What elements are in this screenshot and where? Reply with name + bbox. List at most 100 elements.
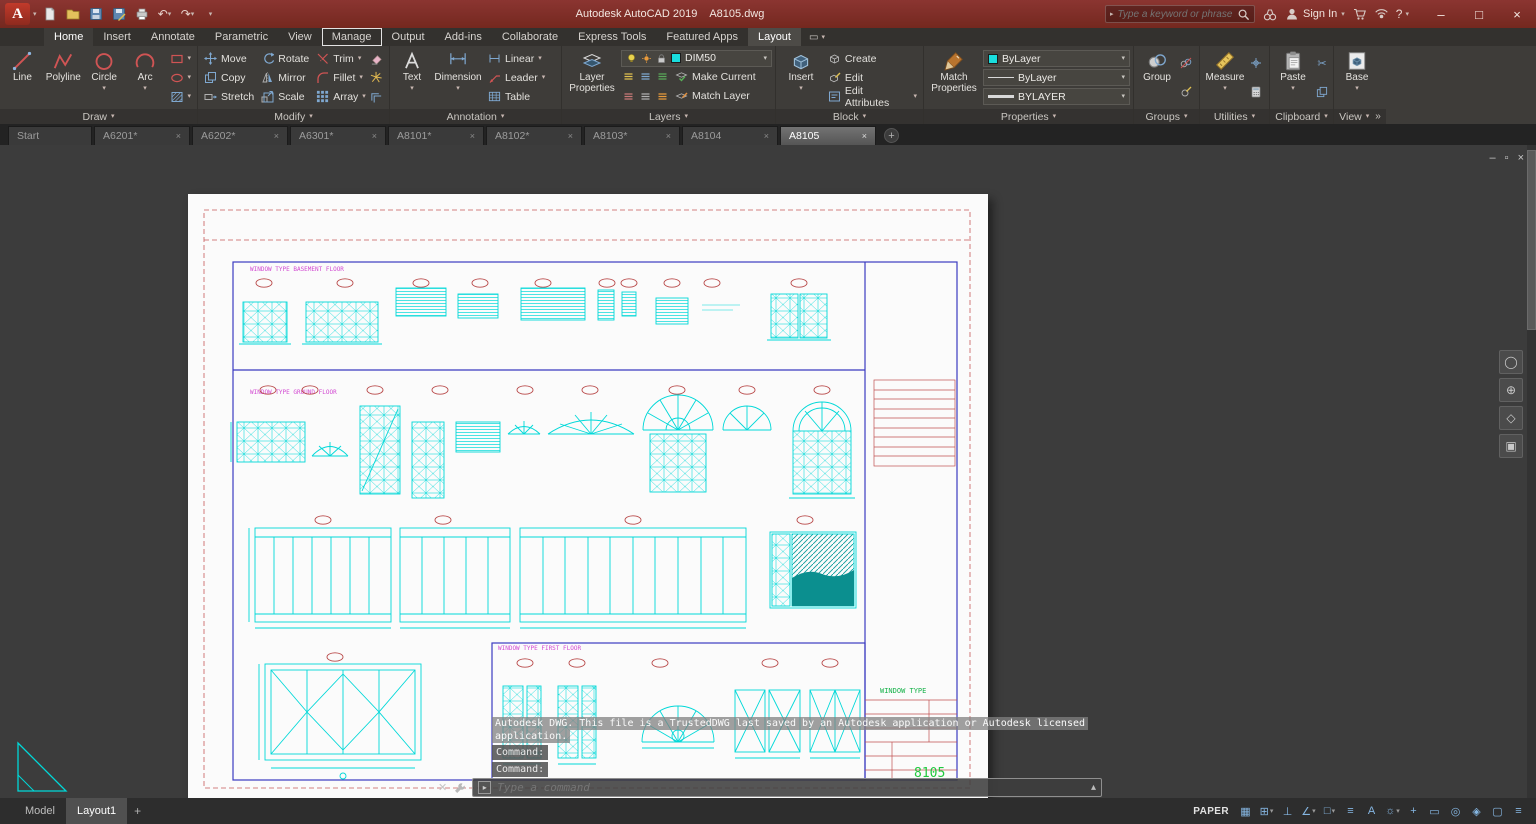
lineweight-combo[interactable]: BYLAYER ▾ <box>983 88 1130 105</box>
command-input-box[interactable]: ▸ ▴ <box>472 778 1102 797</box>
tab-parametric[interactable]: Parametric <box>205 28 278 46</box>
panel-label-draw[interactable]: Draw▾ <box>0 109 197 124</box>
panel-label-properties[interactable]: Properties▾ <box>924 109 1133 124</box>
new-layout-button[interactable]: + <box>127 798 148 824</box>
layer-combo[interactable]: DIM50 ▾ <box>621 50 772 67</box>
steering-wheel-button[interactable]: ◯ <box>1499 350 1523 374</box>
close-tab-icon[interactable]: × <box>764 131 769 141</box>
close-tab-icon[interactable]: × <box>862 131 867 141</box>
graphics-performance-toggle[interactable]: ◈ <box>1467 801 1486 821</box>
file-tab[interactable]: A6201*× <box>94 126 190 145</box>
close-tab-icon[interactable]: × <box>372 131 377 141</box>
snap-toggle[interactable]: ⊞▾ <box>1257 801 1276 821</box>
layer-off-button[interactable] <box>621 70 635 84</box>
tab-collaborate[interactable]: Collaborate <box>492 28 568 46</box>
panel-overflow-icon[interactable]: » <box>1375 111 1381 122</box>
annotation-monitor-toggle[interactable]: + <box>1404 801 1423 821</box>
search-input[interactable] <box>1118 9 1233 20</box>
copy-button[interactable]: Copy <box>201 69 257 87</box>
doc-close-button[interactable]: × <box>1518 152 1524 164</box>
trim-button[interactable]: Trim▾ <box>313 50 369 68</box>
tab-insert[interactable]: Insert <box>93 28 141 46</box>
pan-button[interactable]: ⊕ <box>1499 378 1523 402</box>
object-color-combo[interactable]: ByLayer ▾ <box>983 50 1130 67</box>
app-store-cart-icon[interactable] <box>1352 7 1367 21</box>
quick-calculator-button[interactable] <box>1249 85 1263 99</box>
plot-button[interactable] <box>132 4 152 24</box>
clean-screen-button[interactable]: ▢ <box>1488 801 1507 821</box>
vertical-scrollbar[interactable] <box>1527 145 1536 798</box>
ortho-toggle[interactable]: ⊥ <box>1278 801 1297 821</box>
copy-clip-button[interactable] <box>1315 85 1329 99</box>
edit-attributes-button[interactable]: Edit Attributes▾ <box>825 88 920 106</box>
file-tab-active[interactable]: A8105× <box>780 126 876 145</box>
layer-walk-button[interactable] <box>638 89 652 103</box>
tab-express-tools[interactable]: Express Tools <box>568 28 656 46</box>
panel-label-view[interactable]: View▾» <box>1334 109 1386 124</box>
orbit-button[interactable]: ◇ <box>1499 406 1523 430</box>
match-layer-button[interactable]: Match Layer <box>672 87 753 105</box>
explode-button[interactable] <box>370 71 384 85</box>
command-customize-icon[interactable] <box>453 781 466 794</box>
close-tab-icon[interactable]: × <box>470 131 475 141</box>
close-tab-icon[interactable]: × <box>568 131 573 141</box>
layer-properties-button[interactable]: Layer Properties <box>565 48 619 107</box>
ungroup-button[interactable] <box>1179 56 1193 70</box>
match-properties-button[interactable]: Match Properties <box>927 48 981 107</box>
panel-label-groups[interactable]: Groups▾ <box>1134 109 1199 124</box>
grid-toggle[interactable]: ▦ <box>1236 801 1255 821</box>
file-tab[interactable]: A6301*× <box>290 126 386 145</box>
create-block-button[interactable]: Create <box>825 50 920 68</box>
command-history-toggle-icon[interactable]: ▴ <box>1091 782 1096 793</box>
scrollbar-thumb[interactable] <box>1527 150 1536 330</box>
close-tab-icon[interactable]: × <box>274 131 279 141</box>
layer-states-button[interactable] <box>655 89 669 103</box>
command-close-icon[interactable]: ✕ <box>438 781 447 794</box>
minimize-button[interactable]: – <box>1422 0 1460 28</box>
tab-annotate[interactable]: Annotate <box>141 28 205 46</box>
close-button[interactable]: × <box>1498 0 1536 28</box>
new-drawing-tab-button[interactable]: + <box>884 128 899 143</box>
mirror-button[interactable]: Mirror <box>258 69 312 87</box>
linear-dimension-button[interactable]: Linear▾ <box>485 50 548 68</box>
array-button[interactable]: Array▾ <box>313 88 369 106</box>
close-tab-icon[interactable]: × <box>176 131 181 141</box>
leader-button[interactable]: Leader▾ <box>485 69 548 87</box>
hatch-button[interactable]: ▾ <box>167 88 195 106</box>
isolate-objects-button[interactable]: ◎ <box>1446 801 1465 821</box>
tab-featured-apps[interactable]: Featured Apps <box>656 28 748 46</box>
circle-button[interactable]: Circle ▾ <box>85 48 124 107</box>
close-tab-icon[interactable]: × <box>666 131 671 141</box>
tab-manage[interactable]: Manage <box>322 28 382 46</box>
layout1-tab[interactable]: Layout1 <box>66 798 127 824</box>
workspace-switching-button[interactable]: ☼▾ <box>1383 801 1402 821</box>
doc-restore-button[interactable]: ▫ <box>1505 152 1509 164</box>
binoculars-icon[interactable] <box>1262 7 1278 21</box>
ellipse-button[interactable]: ▾ <box>167 69 195 87</box>
tab-home[interactable]: Home <box>44 28 93 46</box>
autocad-logo-icon[interactable]: A <box>5 3 30 25</box>
file-tab[interactable]: A8101*× <box>388 126 484 145</box>
table-button[interactable]: Table <box>485 88 548 106</box>
panel-label-block[interactable]: Block▾ <box>776 109 923 124</box>
undo-button[interactable]: ↶▾ <box>155 4 175 24</box>
command-input[interactable] <box>497 781 1085 794</box>
stay-connected-icon[interactable] <box>1374 7 1389 21</box>
maximize-button[interactable]: □ <box>1460 0 1498 28</box>
show-motion-button[interactable]: ▣ <box>1499 434 1523 458</box>
erase-button[interactable] <box>370 52 384 66</box>
file-tab[interactable]: A8102*× <box>486 126 582 145</box>
id-point-button[interactable] <box>1249 56 1263 70</box>
dimension-button[interactable]: Dimension ▾ <box>433 48 483 107</box>
redo-button[interactable]: ↷▾ <box>178 4 198 24</box>
cut-button[interactable]: ✂ <box>1315 56 1329 70</box>
customization-menu-button[interactable]: ≡ <box>1509 801 1528 821</box>
paper-space-button[interactable]: PAPER <box>1188 801 1234 821</box>
save-as-button[interactable] <box>109 4 129 24</box>
panel-label-annotation[interactable]: Annotation▾ <box>390 109 561 124</box>
save-button[interactable] <box>86 4 106 24</box>
annotation-visibility-toggle[interactable]: A <box>1362 801 1381 821</box>
tab-view[interactable]: View <box>278 28 322 46</box>
line-button[interactable]: Line <box>3 48 42 107</box>
help-button[interactable]: ? ▾ <box>1396 7 1409 21</box>
